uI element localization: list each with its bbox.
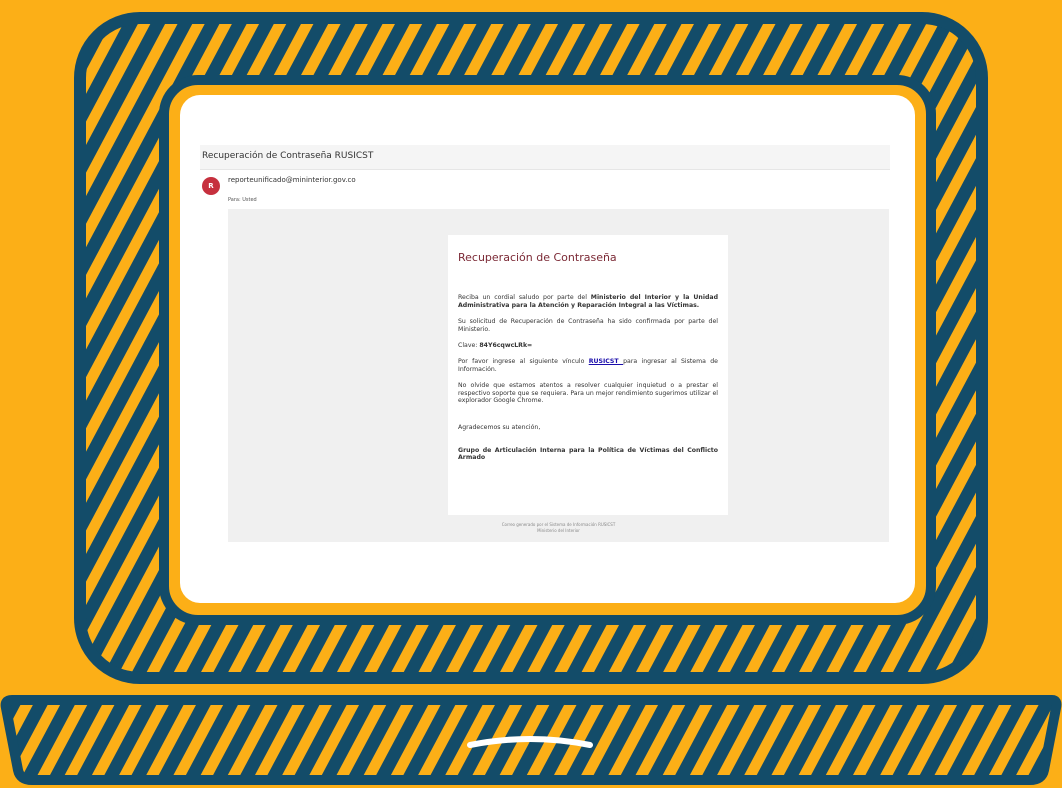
confirmation-paragraph: Su solicitud de Recuperación de Contrase… bbox=[458, 318, 718, 333]
support-paragraph: No olvide que estamos atentos a resolver… bbox=[458, 382, 718, 405]
recipient-line: Para: Usted bbox=[228, 197, 257, 203]
link-paragraph: Por favor ingrese al siguiente vínculo R… bbox=[458, 358, 718, 373]
key-label: Clave: bbox=[458, 341, 480, 349]
key-paragraph: Clave: 84Y6cqwcLRk= bbox=[458, 342, 718, 349]
greeting-text: Reciba un cordial saludo por parte del bbox=[458, 294, 591, 302]
message-card: Recuperación de Contraseña Reciba un cor… bbox=[448, 235, 728, 515]
sender-avatar[interactable]: R bbox=[202, 177, 220, 195]
email-subject: Recuperación de Contraseña RUSICST bbox=[202, 151, 374, 161]
key-value: 84Y6cqwcLRk= bbox=[479, 341, 533, 349]
greeting-paragraph: Reciba un cordial saludo por parte del M… bbox=[458, 294, 718, 309]
message-title: Recuperación de Contraseña bbox=[458, 251, 617, 264]
thanks-paragraph: Agradecemos su atención, bbox=[458, 423, 541, 431]
footer-line-2: Ministerio del Interior bbox=[537, 528, 580, 533]
email-body: Recuperación de Contraseña Reciba un cor… bbox=[228, 209, 889, 542]
laptop-screen: Recuperación de Contraseña RUSICST R rep… bbox=[180, 95, 915, 603]
sender-address[interactable]: reporteunificado@mininterior.gov.co bbox=[228, 176, 356, 184]
email-footer: Correo generado por el Sistema de Inform… bbox=[228, 522, 889, 534]
rusicst-link[interactable]: RUSICST bbox=[589, 358, 623, 365]
email-subject-bar: Recuperación de Contraseña RUSICST bbox=[200, 145, 890, 170]
link-intro-text: Por favor ingrese al siguiente vínculo bbox=[458, 358, 589, 366]
signature-paragraph: Grupo de Articulación Interna para la Po… bbox=[458, 447, 718, 462]
